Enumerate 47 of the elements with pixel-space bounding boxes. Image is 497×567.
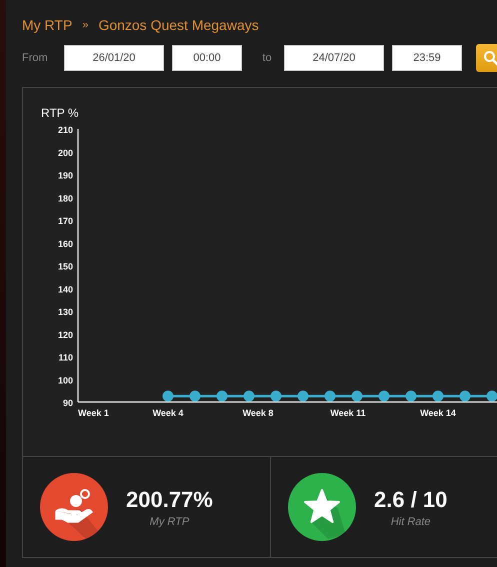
data-point: [244, 390, 254, 402]
y-tick-label: 90: [62, 398, 73, 408]
y-tick-label: 190: [58, 170, 73, 180]
y-tick-label: 200: [58, 148, 73, 158]
y-tick-label: 100: [58, 375, 73, 386]
y-tick-label: 120: [58, 330, 73, 340]
stat-value: 200.77%: [126, 486, 213, 512]
data-point: [190, 390, 200, 402]
data-point: [352, 390, 362, 402]
y-axis-title: RTP %: [41, 106, 79, 120]
x-tick-label: Week 8: [242, 408, 274, 418]
data-point: [378, 390, 390, 402]
search-button[interactable]: [476, 44, 497, 72]
data-point: [216, 390, 228, 402]
y-tick-label: 160: [58, 238, 73, 249]
stat-label: My RTP: [150, 516, 190, 528]
to-time-field[interactable]: 23:59: [392, 45, 462, 71]
breadcrumb-separator: »: [82, 19, 88, 31]
y-tick-label: 210: [58, 125, 73, 135]
x-tick-label: Week 1: [78, 408, 109, 418]
stat-value: 2.6 / 10: [374, 486, 448, 512]
x-tick-label: Week 4: [152, 408, 184, 418]
data-point: [460, 390, 470, 402]
y-tick-label: 180: [58, 193, 73, 204]
data-point: [162, 390, 174, 402]
from-time-field[interactable]: 00:00: [172, 45, 242, 71]
stat-label: Hit Rate: [390, 516, 431, 528]
data-point: [270, 390, 282, 402]
data-point: [486, 390, 497, 402]
data-point: [432, 390, 444, 402]
breadcrumb-current: Gonzos Quest Megaways: [98, 17, 259, 33]
data-point: [406, 390, 416, 402]
from-label: From: [22, 52, 49, 64]
y-tick-label: 130: [58, 307, 73, 317]
data-point: [298, 390, 308, 402]
from-date-field[interactable]: 26/01/20: [64, 45, 164, 71]
y-tick-label: 110: [58, 352, 73, 362]
search-icon: [483, 50, 497, 66]
x-tick-label: Week 11: [330, 408, 366, 418]
x-tick-label: Week 14: [420, 408, 456, 418]
to-label: to: [261, 52, 273, 64]
breadcrumb-link[interactable]: My RTP: [22, 17, 72, 33]
y-tick-label: 140: [58, 284, 73, 294]
data-point: [324, 390, 336, 402]
y-tick-label: 150: [58, 262, 73, 272]
to-date-field[interactable]: 24/07/20: [284, 45, 384, 71]
y-tick-label: 170: [58, 216, 73, 226]
